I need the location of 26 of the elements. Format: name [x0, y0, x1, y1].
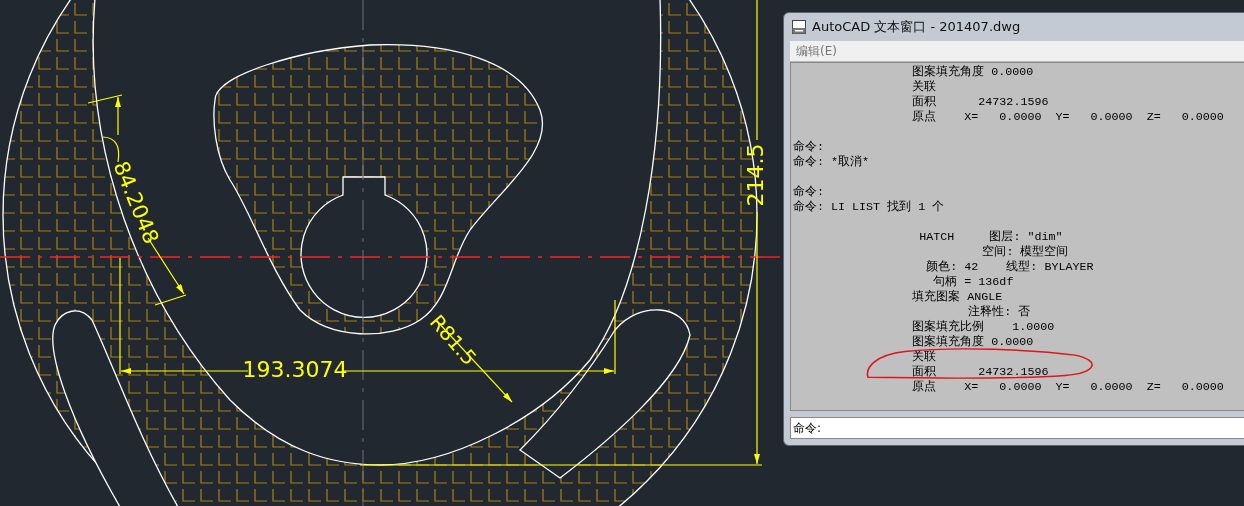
output-line: 命令: LI LIST 找到 1 个 [793, 200, 945, 214]
window-title: AutoCAD 文本窗口 - 201407.dwg [812, 18, 1021, 36]
output-line: 关联 [912, 80, 937, 94]
output-line: 图案填充比例 1.0000 [912, 320, 1055, 334]
dimension-text: 193.3074 [242, 357, 348, 382]
output-line: 图案填充角度 0.0000 [912, 65, 1034, 79]
window-icon [792, 20, 806, 34]
output-line: 空间: 模型空间 [982, 245, 1069, 259]
output-line: 关联 [912, 350, 937, 364]
output-line: 注释性: 否 [968, 305, 1031, 319]
output-line: 面积 24732.1596 [912, 95, 1049, 109]
command-line-field[interactable]: 命令: [790, 417, 1244, 439]
output-line: 原点 X= 0.0000 Y= 0.0000 Z= 0.0000 [912, 110, 1224, 124]
menu-item[interactable]: 编辑(E) [796, 42, 837, 60]
output-line: 原点 X= 0.0000 Y= 0.0000 Z= 0.0000 [912, 380, 1224, 394]
dimension-text: 214.5 [743, 143, 768, 207]
output-line: 面积 24732.1596 [912, 365, 1049, 379]
output-line: 命令: [793, 140, 824, 154]
output-line: 图案填充角度 0.0000 [912, 335, 1034, 349]
output-line: 句柄 = 136df [933, 275, 1014, 289]
output-line: 填充图案 ANGLE [912, 290, 1003, 304]
output-line: 命令: [793, 185, 824, 199]
arc-symbol-icon [102, 136, 120, 163]
output-line: 命令: *取消* [793, 155, 870, 169]
output-line: HATCH 图层: "dim" [919, 230, 1063, 244]
output-line: 颜色: 42 线型: BYLAYER [926, 260, 1094, 274]
